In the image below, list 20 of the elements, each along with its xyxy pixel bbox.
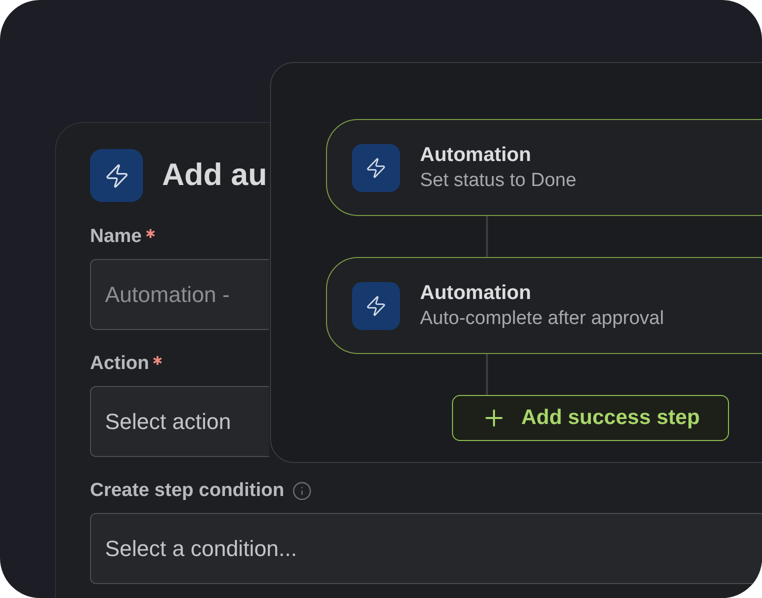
step-card[interactable]: Automation Auto-complete after approval (326, 257, 762, 354)
lightning-icon (90, 149, 143, 202)
lightning-icon (352, 282, 400, 330)
select-field[interactable]: Select action (90, 386, 269, 457)
select-field[interactable]: Select a condition... (90, 513, 762, 584)
step-subtitle: Set status to Done (420, 168, 576, 192)
step-title: Automation (420, 142, 532, 168)
connector-line (486, 216, 488, 257)
field-label: Name (90, 224, 142, 249)
step-subtitle: Auto-complete after approval (420, 306, 664, 330)
input-field[interactable]: Automation - (90, 259, 269, 330)
step-title: Automation (420, 280, 532, 306)
connector-line (486, 354, 488, 395)
field-label: Action (90, 352, 150, 376)
step-card[interactable]: Automation Set status to Done (326, 119, 762, 216)
info-icon[interactable] (292, 481, 312, 501)
dialog-title: Add au (162, 156, 268, 194)
add-step-button[interactable]: Add success step (452, 395, 729, 441)
lightning-icon (352, 144, 400, 192)
field-label: Create step condition (90, 478, 284, 503)
